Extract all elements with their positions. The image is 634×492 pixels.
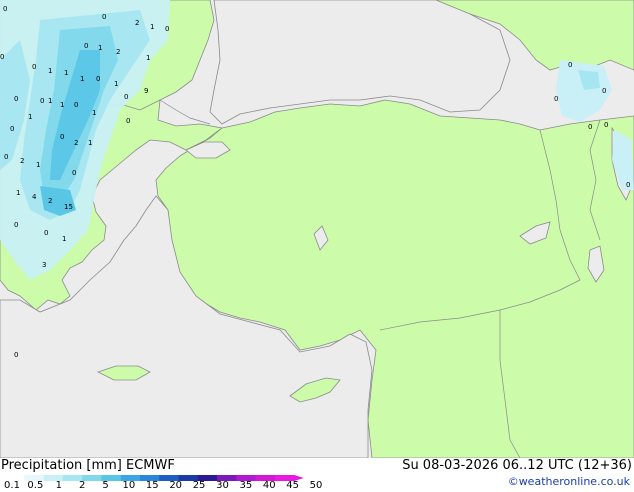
- precip-label: 0: [568, 61, 572, 69]
- legend-tick-label: 0.5: [27, 480, 44, 491]
- precip-label: 9: [144, 87, 148, 95]
- legend-tick-label: 20: [169, 480, 183, 491]
- forecast-datetime: Su 08-03-2026 06..12 UTC (12+36): [402, 458, 632, 473]
- precip-label: 0: [554, 95, 558, 103]
- precip-label: 1: [146, 54, 150, 62]
- legend-tick-label: 15: [145, 480, 159, 491]
- precip-label: 1: [64, 69, 68, 77]
- legend-tick-label: 25: [192, 480, 206, 491]
- precip-label: 0: [102, 13, 106, 21]
- precip-label: 0: [10, 125, 14, 133]
- precip-label: 1: [48, 97, 52, 105]
- legend-tick-label: 45: [286, 480, 299, 491]
- precip-label: 2: [135, 19, 139, 27]
- precip-label: 1: [150, 23, 154, 31]
- legend-ticks: 0.1 0.5 1 2 5 10 15 20 25 30 35 40 45 50: [0, 480, 330, 492]
- precip-label: 0: [124, 93, 128, 101]
- precip-label: 1: [98, 44, 102, 52]
- legend-tick-label: 0.1: [4, 480, 20, 491]
- precip-label: 0: [0, 53, 4, 61]
- precip-label: 0: [604, 121, 608, 129]
- precip-label: 1: [92, 109, 96, 117]
- precip-label: 0: [60, 133, 64, 141]
- legend-tick-label: 30: [216, 480, 229, 491]
- precip-label: 1: [16, 189, 20, 197]
- precip-label: 0: [3, 5, 7, 13]
- precip-label: 0: [602, 87, 606, 95]
- precip-label: 0: [14, 221, 18, 229]
- precip-label: 1: [60, 101, 64, 109]
- precip-label: 0: [84, 42, 88, 50]
- legend-tick-label: 40: [262, 480, 276, 491]
- map-canvas: 0 2 1 0 0 1 2 1 0 1 0 1 1 0 0 1 0 0 0 1 …: [0, 0, 634, 458]
- precip-label: 0: [14, 351, 18, 359]
- precip-label: 0: [44, 229, 48, 237]
- legend-tick-label: 5: [102, 480, 109, 491]
- map-title: Precipitation [mm] ECMWF: [1, 458, 175, 473]
- weather-map: 0 2 1 0 0 1 2 1 0 1 0 1 1 0 0 1 0 0 0 1 …: [0, 0, 634, 458]
- precip-label: 2: [48, 197, 52, 205]
- precip-label: 2: [74, 139, 78, 147]
- precip-label: 1: [80, 75, 84, 83]
- precip-label: 0: [32, 63, 36, 71]
- legend-tick-label: 10: [122, 480, 136, 491]
- precip-label: 1: [48, 67, 52, 75]
- precip-label: 0: [72, 169, 76, 177]
- precip-label: 15: [64, 203, 73, 211]
- precip-label: 1: [114, 80, 118, 88]
- precip-label: 1: [28, 113, 32, 121]
- precip-label: 0: [588, 123, 592, 131]
- precip-label: 2: [116, 48, 120, 56]
- legend-tick-label: 1: [55, 480, 62, 491]
- precip-label: 4: [32, 193, 37, 201]
- precip-label: 0: [626, 181, 630, 189]
- precip-label: 0: [165, 25, 169, 33]
- precip-label: 0: [126, 117, 130, 125]
- precip-label: 0: [4, 153, 8, 161]
- precip-label: 0: [40, 97, 44, 105]
- precip-label: 0: [14, 95, 18, 103]
- legend-tick-label: 35: [239, 480, 253, 491]
- credit-link[interactable]: ©weatheronline.co.uk: [508, 475, 630, 488]
- precip-label: 2: [20, 157, 24, 165]
- precip-label: 3: [42, 261, 46, 269]
- precip-label: 1: [62, 235, 66, 243]
- legend-tick-label: 2: [78, 480, 86, 491]
- legend-tick-label: 50: [309, 480, 323, 491]
- precip-label: 1: [36, 161, 40, 169]
- precip-label: 0: [74, 101, 78, 109]
- precip-label: 0: [96, 75, 100, 83]
- footer: Precipitation [mm] ECMWF Su 08-03-2026 0…: [0, 458, 634, 492]
- precip-label: 1: [88, 139, 92, 147]
